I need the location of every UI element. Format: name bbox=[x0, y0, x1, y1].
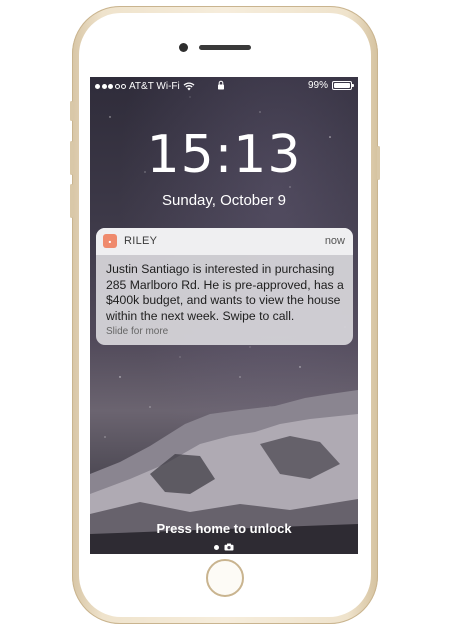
signal-strength-icon bbox=[95, 84, 126, 89]
mute-switch bbox=[70, 101, 73, 121]
lock-date: Sunday, October 9 bbox=[162, 192, 286, 209]
carrier-label: AT&T Wi-Fi bbox=[129, 81, 180, 92]
notification-message: Justin Santiago is interested in purchas… bbox=[106, 262, 344, 323]
riley-app-icon: ■ bbox=[103, 234, 117, 248]
battery-icon bbox=[332, 81, 354, 90]
earpiece-speaker bbox=[199, 45, 251, 50]
lock-icon bbox=[217, 80, 225, 93]
notification-card[interactable]: ■ RILEY now Justin Santiago is intereste… bbox=[96, 228, 353, 345]
lock-time: 15:13 bbox=[146, 125, 302, 185]
page-dot bbox=[214, 544, 219, 550]
status-right: 99% bbox=[307, 80, 354, 91]
notification-header: ■ RILEY now bbox=[96, 228, 353, 255]
status-bar: AT&T Wi-Fi 99% bbox=[90, 77, 358, 95]
page-indicator bbox=[90, 543, 358, 551]
notification-time: now bbox=[324, 235, 345, 247]
front-camera bbox=[179, 43, 188, 52]
home-button[interactable] bbox=[206, 559, 244, 597]
camera-icon[interactable] bbox=[224, 543, 234, 551]
unlock-hint: Press home to unlock bbox=[156, 521, 292, 536]
lock-screen[interactable]: AT&T Wi-Fi 99% 15:13 Sunday, October 9 ■… bbox=[90, 77, 358, 554]
notification-app-name: RILEY bbox=[124, 235, 158, 247]
notification-action-hint: Slide for more bbox=[106, 326, 169, 337]
battery-percent: 99% bbox=[307, 80, 328, 91]
status-left: AT&T Wi-Fi bbox=[95, 81, 195, 92]
phone-frame: AT&T Wi-Fi 99% 15:13 Sunday, October 9 ■… bbox=[70, 6, 380, 624]
battery-fill bbox=[334, 83, 350, 88]
power-button bbox=[377, 146, 380, 180]
wifi-icon bbox=[183, 82, 195, 91]
volume-up-button bbox=[70, 141, 73, 175]
volume-down-button bbox=[70, 184, 73, 218]
